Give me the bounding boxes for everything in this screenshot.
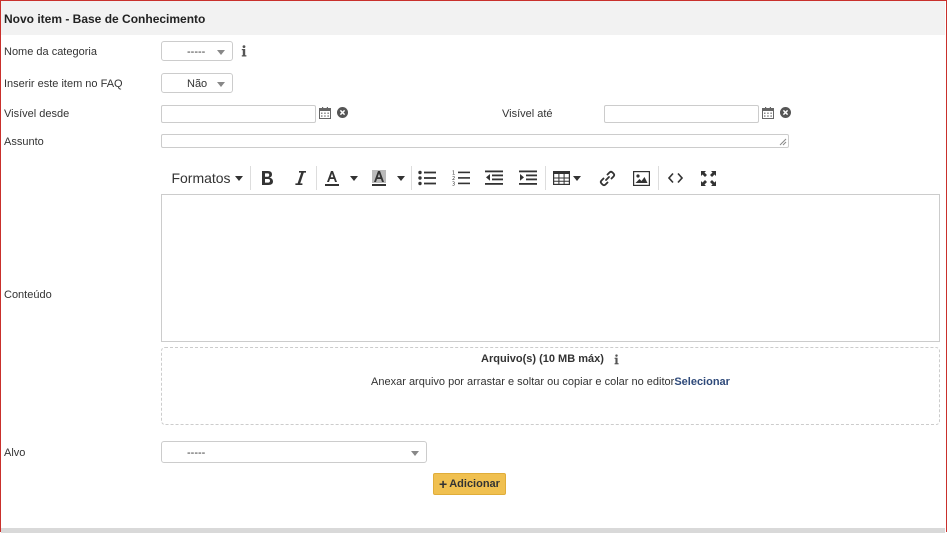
svg-text:3: 3 (452, 182, 455, 187)
page-title: Novo item - Base de Conhecimento (4, 12, 206, 26)
bold-button[interactable] (255, 166, 279, 190)
toolbar-divider (316, 166, 317, 190)
attachment-instructions-text: Anexar arquivo por arrastar e soltar ou … (371, 376, 675, 388)
clear-icon[interactable] (780, 107, 791, 118)
chevron-down-icon (573, 175, 581, 181)
clear-icon[interactable] (337, 107, 348, 118)
info-icon[interactable] (240, 45, 248, 57)
link-button[interactable] (595, 166, 619, 190)
chevron-down-icon (411, 451, 419, 456)
source-code-button[interactable] (663, 166, 687, 190)
plus-icon: + (439, 475, 448, 492)
content-editor[interactable] (161, 194, 940, 342)
attachment-instructions: Anexar arquivo por arrastar e soltar ou … (162, 376, 939, 388)
category-select-value: ----- (187, 46, 206, 58)
calendar-icon[interactable] (762, 107, 774, 119)
attachment-title: Arquivo(s) (10 MB máx) (162, 353, 939, 365)
image-icon (632, 170, 650, 186)
fullscreen-icon (700, 170, 716, 186)
outdent-button[interactable] (482, 166, 506, 190)
subject-input[interactable] (161, 134, 789, 148)
target-select-value: ----- (187, 447, 206, 459)
code-icon (667, 172, 683, 184)
bullet-list-button[interactable] (415, 166, 439, 190)
chevron-down-icon (234, 175, 243, 181)
fullscreen-button[interactable] (696, 166, 720, 190)
chevron-down-icon (217, 82, 225, 87)
chevron-down-icon (350, 175, 358, 181)
subject-label: Assunto (4, 136, 44, 148)
background-color-button[interactable] (367, 166, 391, 190)
visible-from-label: Visível desde (4, 108, 70, 120)
indent-icon (519, 170, 537, 185)
toolbar-divider (250, 166, 251, 190)
bold-icon (262, 171, 273, 185)
visible-until-input[interactable] (604, 105, 759, 123)
text-color-dropdown[interactable] (348, 166, 360, 190)
table-icon (553, 171, 570, 185)
visible-from-input[interactable] (161, 105, 316, 123)
attachment-dropzone[interactable]: Arquivo(s) (10 MB máx) Anexar arquivo po… (161, 347, 940, 425)
table-button[interactable] (550, 166, 584, 190)
numbered-list-button[interactable]: 1 2 3 (449, 166, 473, 190)
target-select[interactable]: ----- (161, 441, 427, 463)
indent-button[interactable] (516, 166, 540, 190)
faq-label: Inserir este item no FAQ (4, 78, 123, 90)
bullet-list-icon (418, 170, 436, 186)
outdent-icon (485, 170, 503, 185)
faq-select-value: Não (187, 78, 208, 90)
toolbar-divider (658, 166, 659, 190)
numbered-list-icon: 1 2 3 (452, 171, 470, 187)
attachment-title-text: Arquivo(s) (10 MB máx) (481, 353, 604, 365)
image-button[interactable] (629, 166, 653, 190)
background-color-dropdown[interactable] (395, 166, 407, 190)
editor-toolbar: Formatos 1 2 3 (161, 164, 941, 192)
bottom-bar (1, 528, 945, 533)
text-color-icon (325, 171, 339, 186)
formats-label: Formatos (171, 170, 231, 186)
modal-header: Novo item - Base de Conhecimento (1, 1, 945, 35)
resize-handle-icon[interactable] (779, 138, 787, 146)
content-label: Conteúdo (4, 289, 52, 301)
info-icon[interactable] (613, 354, 620, 365)
chevron-down-icon (397, 175, 405, 181)
italic-button[interactable] (288, 166, 312, 190)
add-button[interactable]: + Adicionar (433, 473, 506, 495)
background-color-icon (372, 170, 386, 186)
select-file-link[interactable]: Selecionar (674, 376, 730, 388)
link-icon (599, 170, 615, 186)
calendar-icon[interactable] (319, 107, 331, 119)
category-select[interactable]: ----- (161, 41, 233, 61)
faq-select[interactable]: Não (161, 73, 233, 93)
italic-icon (295, 171, 306, 185)
text-color-button[interactable] (321, 166, 343, 190)
target-label: Alvo (4, 447, 26, 459)
formats-dropdown[interactable]: Formatos (169, 166, 245, 190)
toolbar-divider (411, 166, 412, 190)
add-button-label: Adicionar (449, 478, 500, 490)
visible-until-label: Visível até (502, 108, 553, 120)
chevron-down-icon (217, 50, 225, 55)
toolbar-divider (545, 166, 546, 190)
category-label: Nome da categoria (4, 46, 97, 58)
